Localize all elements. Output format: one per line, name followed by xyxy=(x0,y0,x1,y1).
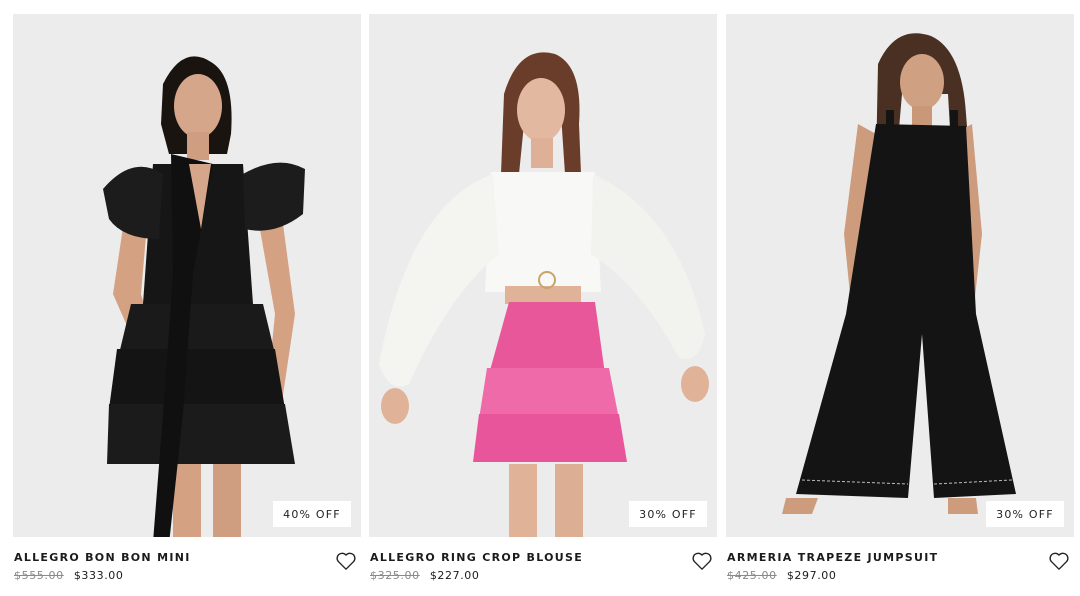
heart-outline-icon[interactable] xyxy=(335,551,357,571)
product-card[interactable]: 30% OFF ALLEGRO RING CROP BLOUSE $325.00… xyxy=(369,14,717,587)
product-prices: $325.00 $227.00 xyxy=(370,569,480,582)
product-card[interactable]: 30% OFF ARMERIA TRAPEZE JUMPSUIT $425.00… xyxy=(726,14,1074,587)
discount-badge: 30% OFF xyxy=(629,501,707,527)
product-name[interactable]: ALLEGRO RING CROP BLOUSE xyxy=(370,551,583,564)
heart-outline-icon[interactable] xyxy=(1048,551,1070,571)
product-name[interactable]: ARMERIA TRAPEZE JUMPSUIT xyxy=(727,551,938,564)
heart-outline-icon[interactable] xyxy=(691,551,713,571)
product-info: ALLEGRO BON BON MINI $555.00 $333.00 xyxy=(13,537,361,587)
product-prices: $425.00 $297.00 xyxy=(727,569,837,582)
original-price: $425.00 xyxy=(727,569,777,582)
discount-badge: 40% OFF xyxy=(273,501,351,527)
product-image[interactable]: 30% OFF xyxy=(726,14,1074,537)
sale-price: $227.00 xyxy=(429,569,480,582)
discount-badge: 30% OFF xyxy=(986,501,1064,527)
original-price: $325.00 xyxy=(370,569,420,582)
original-price: $555.00 xyxy=(14,569,64,582)
sale-price: $297.00 xyxy=(786,569,837,582)
product-image[interactable]: 30% OFF xyxy=(369,14,717,537)
product-name[interactable]: ALLEGRO BON BON MINI xyxy=(14,551,191,564)
product-info: ARMERIA TRAPEZE JUMPSUIT $425.00 $297.00 xyxy=(726,537,1074,587)
model-photo xyxy=(726,14,1074,537)
sale-price: $333.00 xyxy=(73,569,124,582)
model-photo xyxy=(369,14,717,537)
product-image[interactable]: 40% OFF xyxy=(13,14,361,537)
model-photo xyxy=(13,14,361,537)
product-info: ALLEGRO RING CROP BLOUSE $325.00 $227.00 xyxy=(369,537,717,587)
product-prices: $555.00 $333.00 xyxy=(14,569,124,582)
product-card[interactable]: 40% OFF ALLEGRO BON BON MINI $555.00 $33… xyxy=(13,14,361,587)
product-grid: 40% OFF ALLEGRO BON BON MINI $555.00 $33… xyxy=(0,0,1080,596)
